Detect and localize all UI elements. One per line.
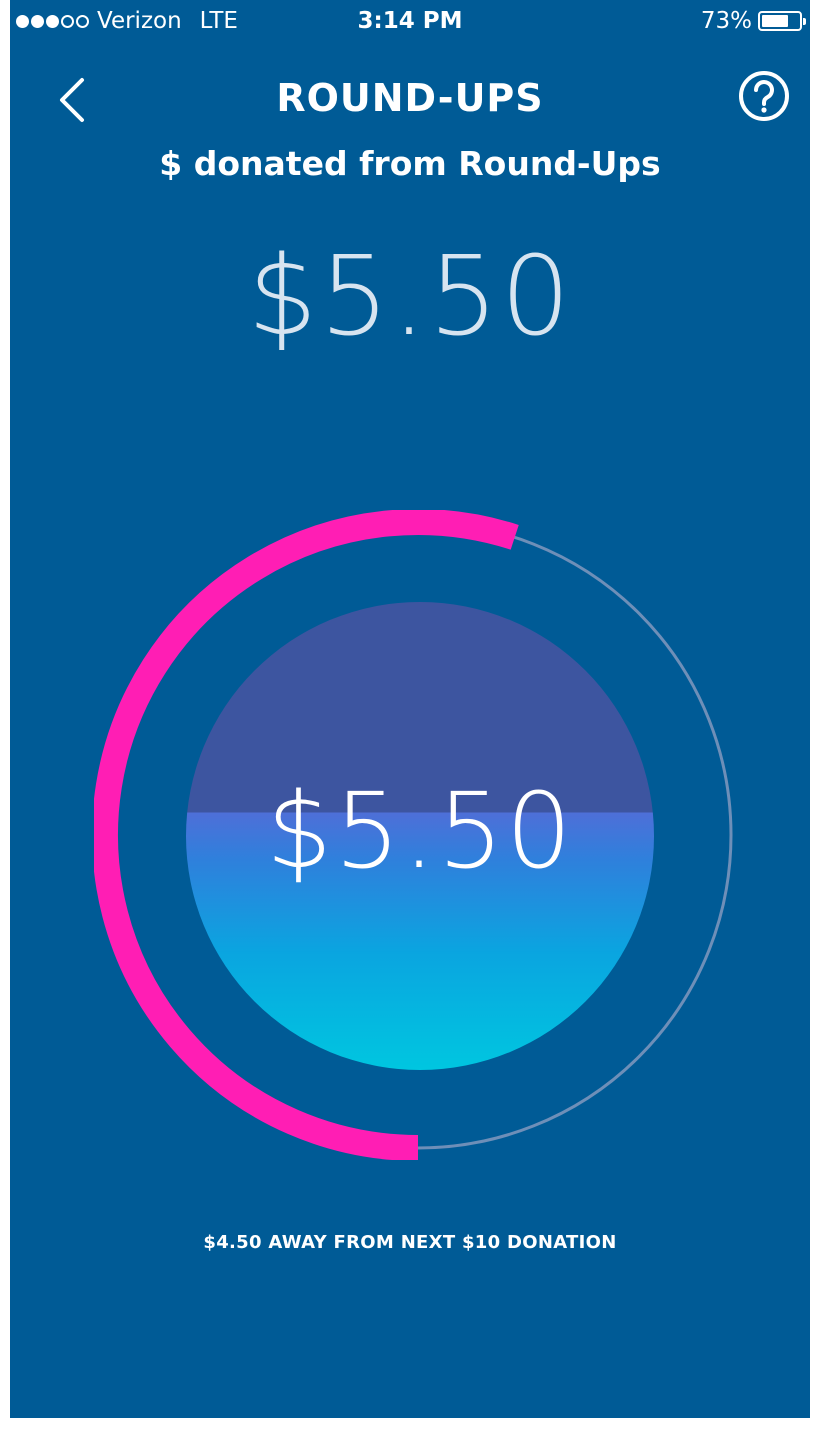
next-donation-note: $4.50 AWAY FROM NEXT $10 DONATION	[203, 1232, 617, 1253]
status-right: 73%	[700, 8, 806, 34]
round-ups-screen: Verizon LTE 3:14 PM 73% ROUND-UPS $ dona…	[10, 0, 810, 1418]
battery-icon	[758, 11, 806, 31]
status-bar: Verizon LTE 3:14 PM 73%	[10, 0, 810, 44]
battery-percent: 73%	[700, 8, 752, 34]
help-button[interactable]	[736, 68, 792, 124]
battery-cap	[803, 18, 806, 25]
donated-amount: $5.50	[247, 232, 573, 360]
progress-amount: $5.50	[266, 770, 574, 892]
page-subtitle: $ donated from Round-Ups	[159, 144, 661, 183]
question-circle-icon	[739, 71, 789, 121]
status-time: 3:14 PM	[357, 8, 463, 34]
page-title: ROUND-UPS	[276, 76, 544, 120]
battery-fill	[762, 15, 788, 27]
